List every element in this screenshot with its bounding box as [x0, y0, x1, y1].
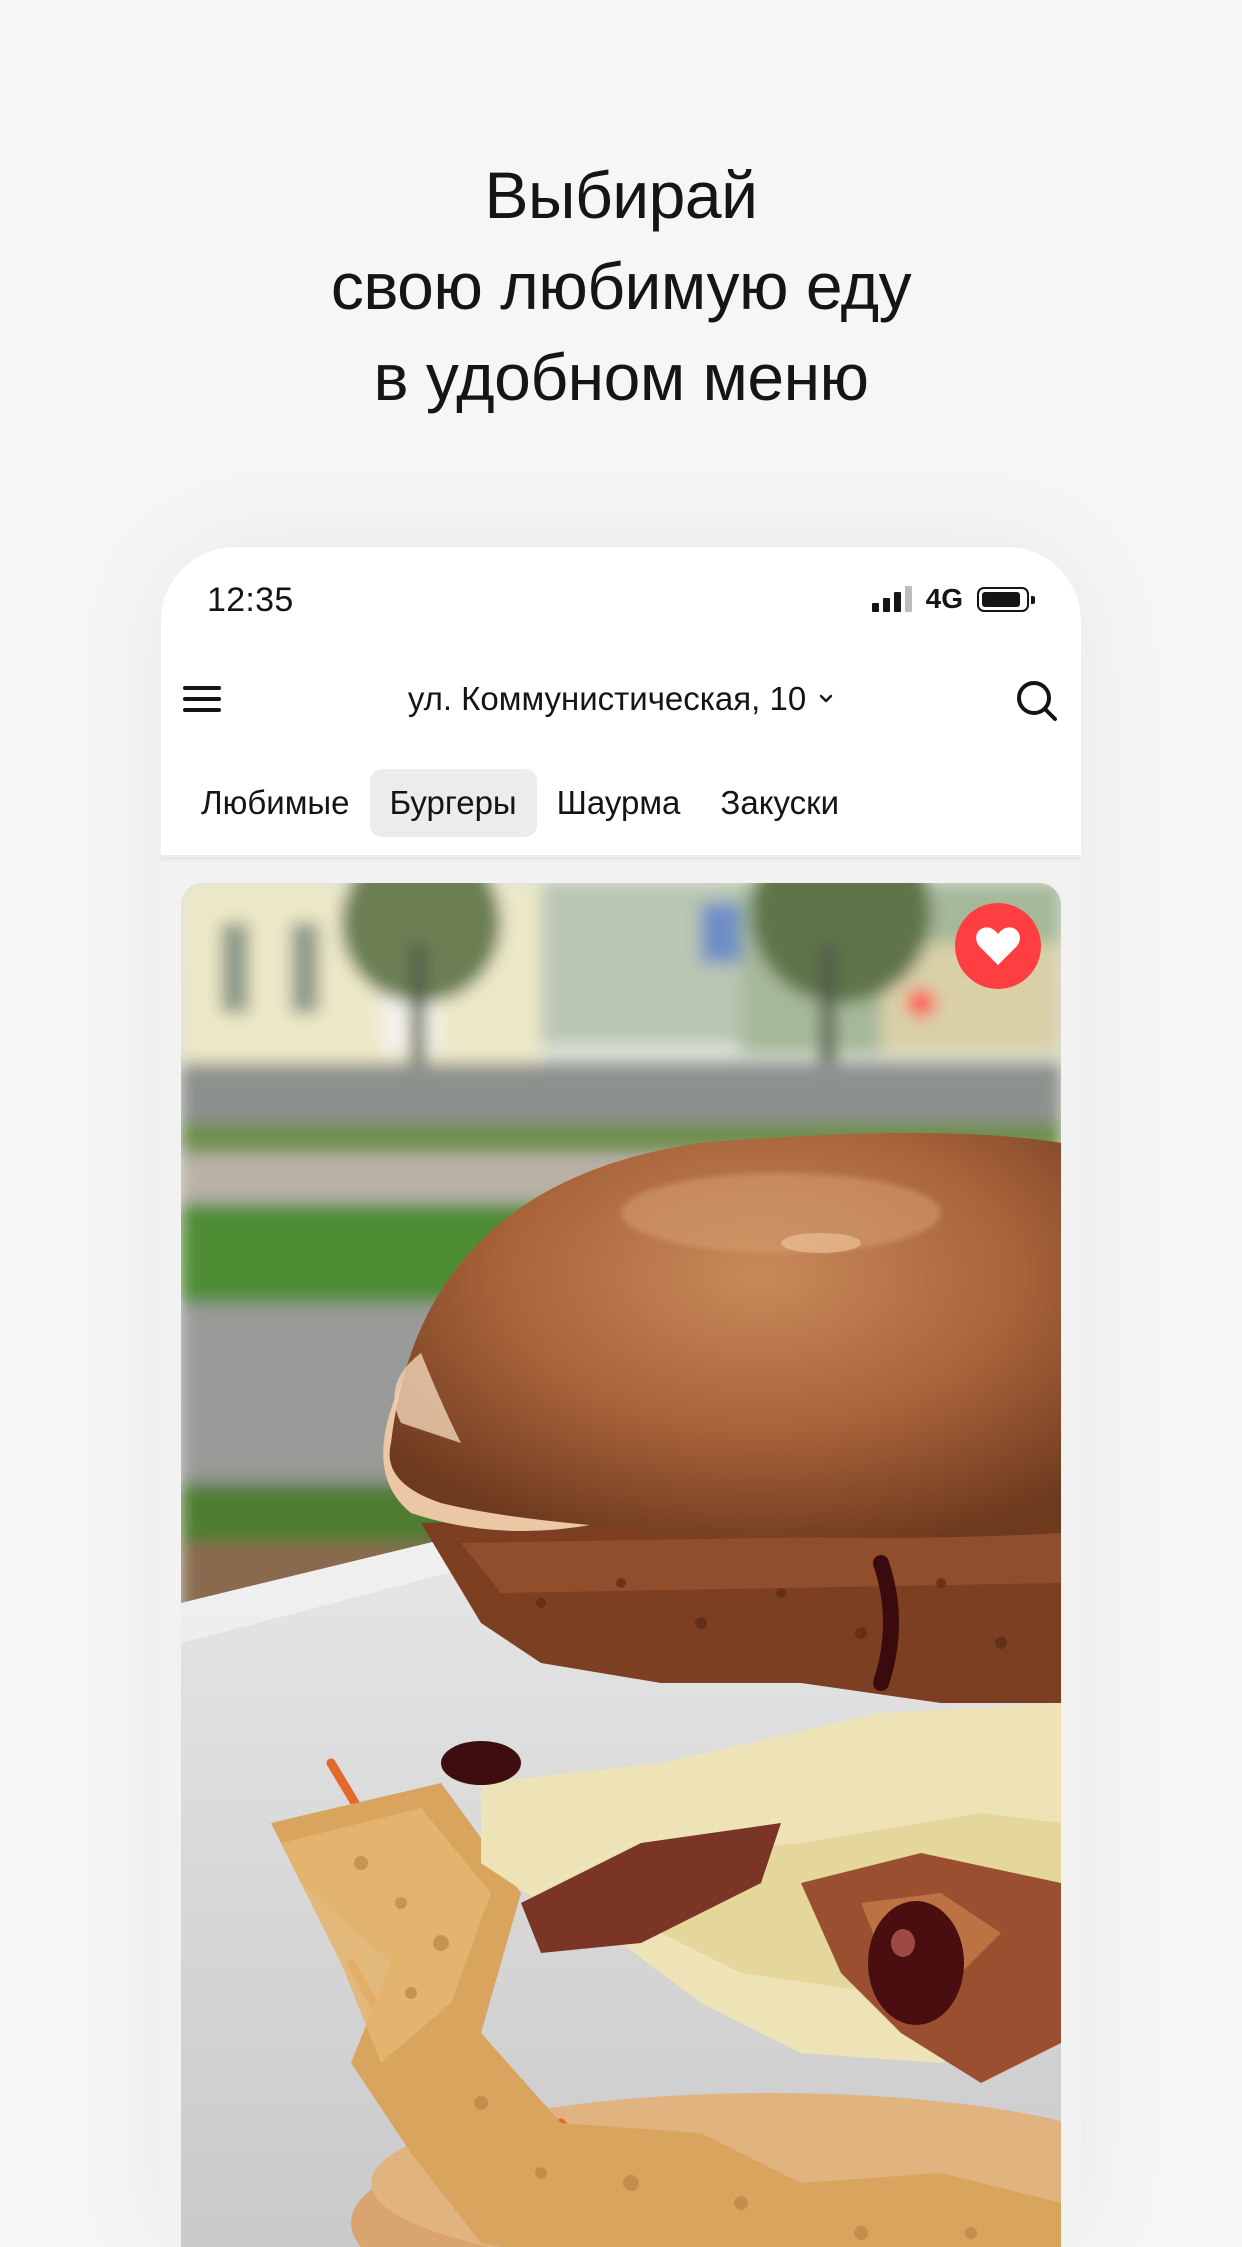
status-time: 12:35 [207, 581, 294, 619]
favorite-button[interactable] [955, 903, 1041, 989]
status-bar: 12:35 4G [161, 547, 1081, 647]
address-selector-row: ул. Коммунистическая, 10 [161, 667, 1081, 731]
tab-favorites[interactable]: Любимые [181, 769, 370, 837]
tab-snacks[interactable]: Закуски [700, 769, 859, 837]
tab-shawarma[interactable]: Шаурма [537, 769, 701, 837]
headline-line-2: свою любимую еду [330, 249, 912, 323]
header-divider [161, 855, 1081, 863]
signal-bars-icon [871, 586, 912, 612]
phone-screen: 12:35 4G ул. Коммунистическая, 10 Любимы… [161, 547, 1081, 2247]
food-card[interactable] [181, 883, 1061, 2247]
burger-photo [181, 883, 1061, 2247]
address-selector[interactable]: ул. Коммунистическая, 10 [408, 680, 834, 718]
headline-line-3: в удобном меню [373, 340, 869, 414]
battery-icon [977, 586, 1035, 612]
heart-icon [976, 927, 1020, 965]
search-icon[interactable] [1015, 679, 1059, 723]
status-indicators: 4G [871, 583, 1035, 615]
network-type: 4G [925, 583, 963, 614]
headline-line-1: Выбирай [484, 158, 758, 232]
tab-burgers[interactable]: Бургеры [369, 769, 537, 837]
address-text: ул. Коммунистическая, 10 [407, 680, 807, 717]
chevron-down-icon [819, 694, 833, 703]
category-tabs: Любимые Бургеры Шаурма Закуски [181, 769, 859, 837]
promo-headline: Выбирай свою любимую еду в удобном меню [0, 150, 1242, 423]
menu-content [161, 857, 1081, 2247]
top-navigation: ул. Коммунистическая, 10 [161, 667, 1081, 731]
